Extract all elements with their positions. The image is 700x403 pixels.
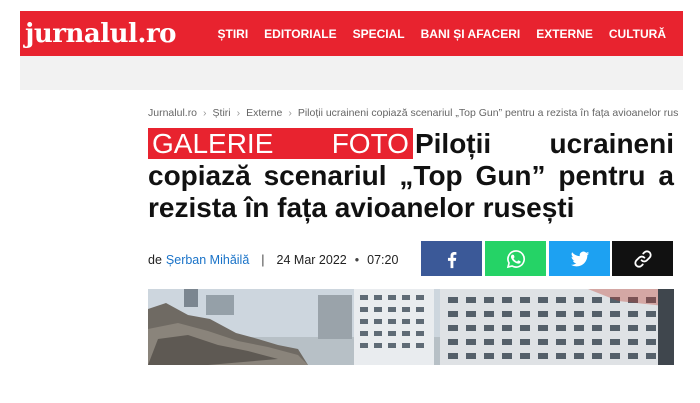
meta-divider: | xyxy=(261,253,265,267)
nav-item-externe[interactable]: EXTERNE xyxy=(536,27,593,41)
link-icon xyxy=(633,249,652,268)
share-facebook-button[interactable] xyxy=(421,241,482,276)
article-featured-image[interactable] xyxy=(148,289,674,365)
nav-item-cultura[interactable]: CULTURĂ xyxy=(609,27,666,41)
whatsapp-icon xyxy=(506,249,525,268)
breadcrumb-current: Piloții ucraineni copiază scenariul „Top… xyxy=(297,107,678,119)
sub-header-bar xyxy=(20,56,683,90)
galerie-foto-badge[interactable]: GALERIE FOTO xyxy=(148,128,413,159)
share-twitter-button[interactable] xyxy=(549,241,610,276)
nav-item-stiri[interactable]: ȘTIRI xyxy=(218,27,249,41)
nav-item-bani-si-afaceri[interactable]: BANI ȘI AFACERI xyxy=(421,27,521,41)
article-meta: de Șerban Mihăilă | 24 Mar 2022 • 07:20 xyxy=(148,252,398,268)
breadcrumb-externe[interactable]: Externe xyxy=(246,107,282,119)
twitter-icon xyxy=(570,251,589,266)
breadcrumb: Jurnalul.ro › Știri › Externe › Piloții … xyxy=(148,107,678,119)
destroyed-buildings-photo xyxy=(148,289,674,365)
article-headline: GALERIE FOTO Piloții ucraineni copiază sc… xyxy=(148,128,674,224)
breadcrumb-separator: › xyxy=(203,107,207,119)
author-link[interactable]: Șerban Mihăilă xyxy=(166,253,249,267)
byline-prefix: de xyxy=(148,253,162,267)
site-header: jurnalul.ro ȘTIRI EDITORIALE SPECIAL BAN… xyxy=(20,11,683,56)
meta-dot: • xyxy=(354,253,360,267)
publish-time: 07:20 xyxy=(367,253,399,267)
breadcrumb-separator: › xyxy=(288,107,292,119)
breadcrumb-stiri[interactable]: Știri xyxy=(213,107,231,119)
nav-item-editoriale[interactable]: EDITORIALE xyxy=(264,27,336,41)
copy-link-button[interactable] xyxy=(612,241,673,276)
breadcrumb-home[interactable]: Jurnalul.ro xyxy=(148,107,197,119)
share-whatsapp-button[interactable] xyxy=(485,241,546,276)
nav-item-special[interactable]: SPECIAL xyxy=(353,27,405,41)
site-logo[interactable]: jurnalul.ro xyxy=(25,21,177,47)
facebook-icon xyxy=(447,251,456,268)
main-nav: ȘTIRI EDITORIALE SPECIAL BANI ȘI AFACERI… xyxy=(202,27,667,41)
publish-date: 24 Mar 2022 xyxy=(276,253,347,267)
breadcrumb-separator: › xyxy=(236,107,241,119)
